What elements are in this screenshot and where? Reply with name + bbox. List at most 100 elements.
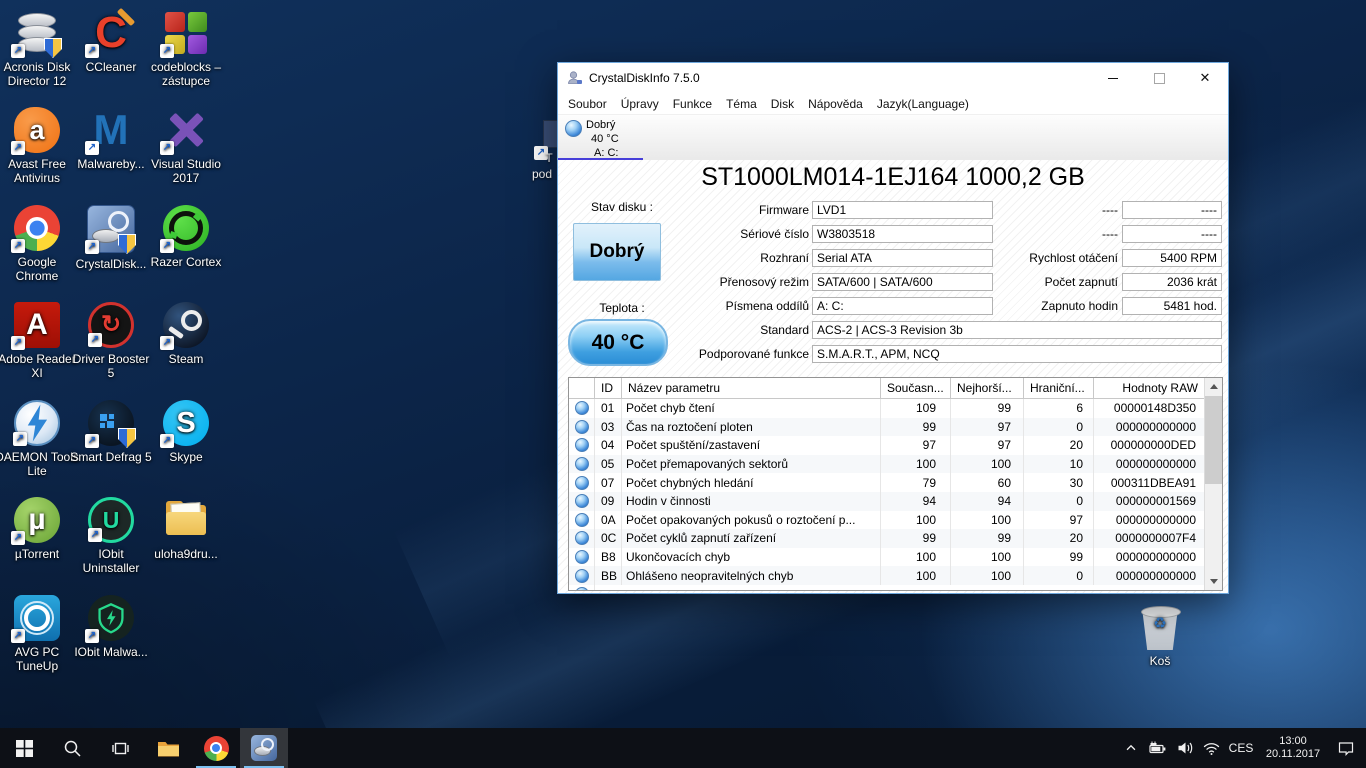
header-cell[interactable]: Současn...: [881, 378, 951, 398]
blue-status-icon: [575, 513, 589, 527]
wifi-icon: [1203, 741, 1220, 756]
scroll-down-button[interactable]: [1205, 573, 1222, 590]
cell: 94: [881, 492, 951, 511]
blue-status-icon: [575, 587, 589, 591]
tray-clock[interactable]: 13:00 20.11.2017: [1258, 728, 1328, 768]
cell: 100: [881, 455, 951, 474]
tray-wifi-button[interactable]: [1198, 728, 1224, 768]
action-center-icon: [1337, 740, 1355, 757]
field-right-2-value: 5400 RPM: [1122, 249, 1222, 267]
smart-row-B8[interactable]: B8Ukončovacích chyb10010099000000000000: [569, 548, 1222, 567]
action-center-button[interactable]: [1328, 728, 1364, 768]
status-sphere-cell: [569, 436, 595, 455]
desktop-icon-ccleaner[interactable]: C↗CCleaner: [68, 10, 154, 74]
desktop-icon-steam[interactable]: ↗Steam: [143, 302, 229, 366]
tray-chevron-button[interactable]: [1118, 728, 1144, 768]
shortcut-arrow-icon: ↗: [11, 531, 25, 545]
cell: 97: [951, 418, 1024, 437]
malwarebytes-icon: M↗: [88, 107, 134, 153]
smart-row-0C[interactable]: 0CPočet cyklů zapnutí zařízení9999200000…: [569, 529, 1222, 548]
header-cell-icon[interactable]: [569, 378, 595, 398]
disk-selector-strip: Dobrý 40 °C A: C:: [558, 114, 1228, 162]
cell: 79: [881, 473, 951, 492]
desktop-icon-recycle-bin[interactable]: ♻ Koš: [1117, 606, 1203, 668]
cell: 6: [1024, 399, 1094, 418]
maximize-button[interactable]: [1136, 63, 1182, 93]
field-right-4-label: Zapnuto hodin: [988, 297, 1118, 315]
cell: 100: [951, 511, 1024, 530]
menu-item-jazyklanguage[interactable]: Jazyk(Language): [870, 97, 976, 111]
cell: 99: [1024, 548, 1094, 567]
shortcut-arrow-icon: ↗: [85, 434, 99, 448]
desktop-icon-uloha-folder[interactable]: uloha9dru...: [143, 497, 229, 561]
smart-row-05[interactable]: 05Počet přemapovaných sektorů10010010000…: [569, 455, 1222, 474]
minimize-button[interactable]: [1090, 63, 1136, 93]
start-button[interactable]: [0, 728, 48, 768]
scroll-up-button[interactable]: [1205, 378, 1222, 395]
field-right-1-value: ----: [1122, 225, 1222, 243]
tray-language-indicator[interactable]: CES: [1224, 728, 1258, 768]
smart-row-04[interactable]: 04Počet spuštění/zastavení97972000000000…: [569, 436, 1222, 455]
taskbar-crystaldiskinfo-button[interactable]: [240, 728, 288, 768]
desktop-icon-iobit-malware[interactable]: ↗IObit Malwa...: [68, 595, 154, 659]
close-button[interactable]: ✕: [1182, 63, 1228, 93]
smart-row-07[interactable]: 07Počet chybných hledání796030000311DBEA…: [569, 473, 1222, 492]
scrollbar-thumb[interactable]: [1205, 396, 1222, 484]
status-sphere-cell: [569, 511, 595, 530]
smart-row-03[interactable]: 03Čas na roztočení ploten999700000000000…: [569, 418, 1222, 437]
smart-row-0A[interactable]: 0APočet opakovaných pokusů o roztočení p…: [569, 511, 1222, 530]
desktop-icon-label: IObit Malwa...: [74, 645, 147, 659]
cell: 97: [881, 436, 951, 455]
crystaldiskinfo-icon: [251, 735, 277, 761]
desktop-icon-skype[interactable]: S↗Skype: [143, 400, 229, 464]
cell: 100: [951, 548, 1024, 567]
menu-item-soubor[interactable]: Soubor: [561, 97, 614, 111]
menu-item-tma[interactable]: Téma: [719, 97, 764, 111]
menu-item-disk[interactable]: Disk: [764, 97, 801, 111]
header-cell[interactable]: ID: [595, 378, 622, 398]
menu-item-funkce[interactable]: Funkce: [666, 97, 719, 111]
desktop-icon-crystaldiskinfo[interactable]: ↗CrystalDisk...: [68, 205, 154, 271]
task-view-icon: [111, 740, 130, 757]
header-cell[interactable]: Nejhorší...: [951, 378, 1024, 398]
cell: BB: [595, 566, 622, 585]
tray-volume-button[interactable]: [1172, 728, 1198, 768]
menu-item-npovda[interactable]: Nápověda: [801, 97, 870, 111]
cell: 20: [1024, 436, 1094, 455]
cell: 99: [951, 529, 1024, 548]
disk-tab[interactable]: Dobrý 40 °C A: C:: [558, 115, 643, 161]
desktop-icon-visual-studio[interactable]: ↗Visual Studio 2017: [143, 107, 229, 185]
table-scrollbar[interactable]: [1204, 378, 1222, 590]
desktop-icon-malwarebytes[interactable]: M↗ Malwareby...: [68, 107, 154, 171]
smart-row-01[interactable]: 01Počet chyb čtení10999600000148D350: [569, 399, 1222, 418]
desktop-icon-driver-booster[interactable]: ↻↗Driver Booster 5: [68, 302, 154, 380]
daemon-tools-icon: ↗: [14, 400, 60, 446]
partial-icon-label: pod: [527, 167, 557, 181]
desktop-icon-iobit-uninstaller[interactable]: U↗IObit Uninstaller: [68, 497, 154, 575]
iobit-uninstaller-icon: U↗: [88, 497, 134, 543]
header-cell[interactable]: Název parametru: [622, 378, 881, 398]
smart-row-BB[interactable]: BBOhlášeno neopravitelných chyb100100000…: [569, 566, 1222, 585]
header-cell[interactable]: Hodnoty RAW: [1094, 378, 1205, 398]
task-view-button[interactable]: [96, 728, 144, 768]
disk-tab-status: Dobrý: [586, 119, 615, 131]
tray-time: 13:00: [1279, 735, 1307, 748]
desktop-icon-label: Malwareby...: [77, 157, 144, 171]
tray-battery-button[interactable]: [1144, 728, 1172, 768]
search-button[interactable]: [48, 728, 96, 768]
adobe-reader-icon: A↗: [14, 302, 60, 348]
header-cell[interactable]: Hraniční...: [1024, 378, 1094, 398]
blue-status-icon: [575, 494, 589, 508]
taskbar-chrome-button[interactable]: [192, 728, 240, 768]
desktop-icon-label: µTorrent: [15, 547, 59, 561]
menu-item-pravy[interactable]: Úpravy: [614, 97, 666, 111]
file-explorer-button[interactable]: [144, 728, 192, 768]
smart-row-09[interactable]: 09Hodin v činnosti94940000000001569: [569, 492, 1222, 511]
desktop-icon-codeblocks[interactable]: ↗codeblocks – zástupce: [143, 10, 229, 88]
desktop-icon-smart-defrag[interactable]: ↗Smart Defrag 5: [68, 400, 154, 464]
cell: 60: [951, 473, 1024, 492]
cell: 0: [1024, 492, 1094, 511]
desktop-icon-razer-cortex[interactable]: ↗Razer Cortex: [143, 205, 229, 269]
blue-status-icon: [575, 401, 589, 415]
window-titlebar[interactable]: CrystalDiskInfo 7.5.0 ✕: [558, 63, 1228, 93]
